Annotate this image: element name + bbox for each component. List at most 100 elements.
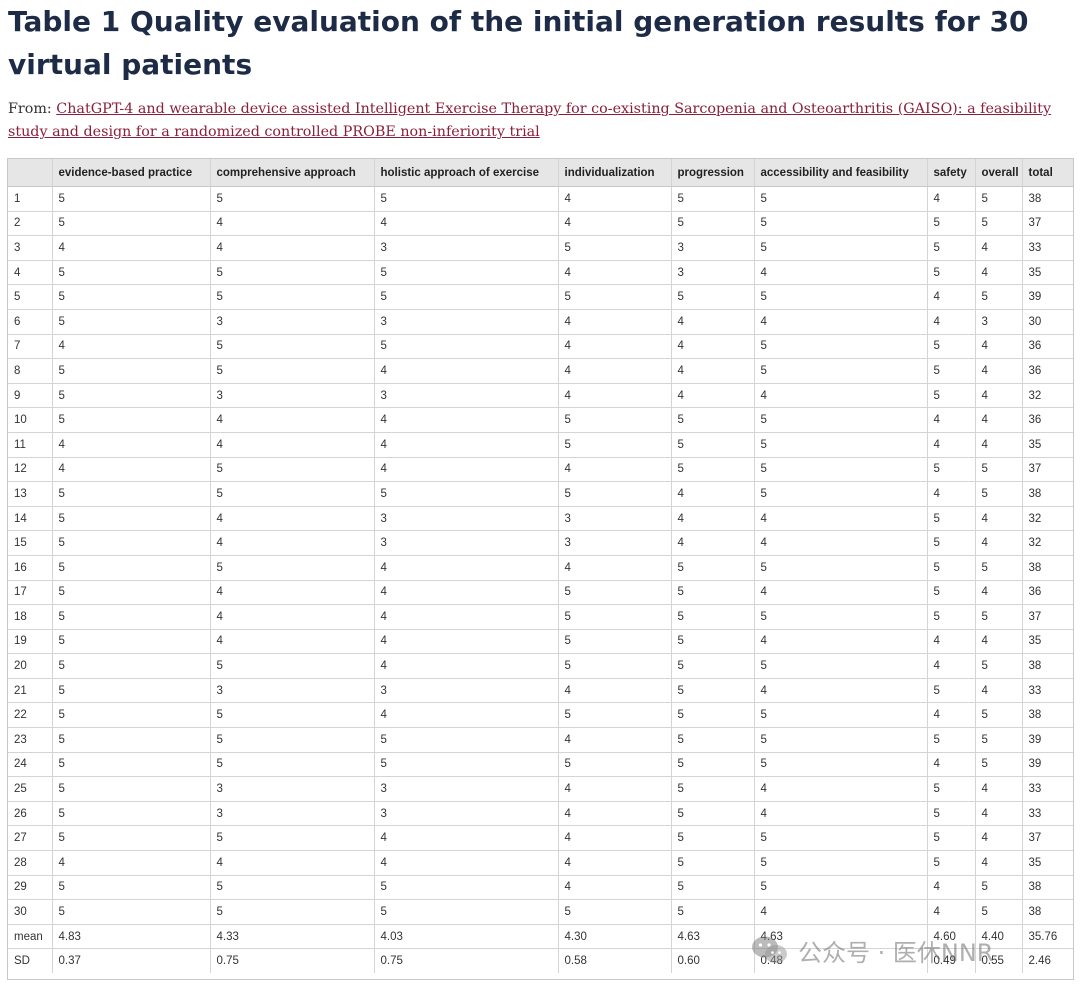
row-label-cell: 29 — [8, 875, 53, 901]
table-cell: 4 — [927, 702, 976, 729]
table-cell: 5 — [52, 284, 211, 310]
table-cell: 38 — [1022, 899, 1073, 925]
table-cell: 4 — [210, 850, 375, 876]
table-cell: 4 — [210, 604, 375, 630]
table-cell: 4 — [374, 555, 559, 581]
table-cell: 35 — [1022, 432, 1073, 458]
table-cell: 4.40 — [975, 924, 1023, 950]
table-cell: 5 — [975, 186, 1023, 212]
table-cell: 5 — [374, 260, 559, 286]
table-row: 17 5 4 4 5 5 4 5 4 36 — [8, 580, 1073, 606]
row-label-cell: 23 — [8, 727, 53, 753]
table-cell: 4 — [52, 334, 211, 360]
table-cell: 3 — [558, 530, 672, 556]
table-cell: 5 — [975, 727, 1023, 753]
table-cell: 5 — [927, 850, 976, 876]
table-cell: 3 — [210, 309, 375, 335]
row-label-cell: 4 — [8, 260, 53, 286]
table-cell: 5 — [975, 875, 1023, 901]
table-cell: 4 — [210, 432, 375, 458]
table-cell: 5 — [927, 358, 976, 384]
table-cell: 4 — [927, 629, 976, 655]
table-cell: 5 — [754, 653, 928, 679]
table-cell: 5 — [210, 334, 375, 360]
header-cell: individualization — [558, 159, 672, 187]
table-cell: 5 — [374, 899, 559, 925]
table-cell: 4 — [374, 629, 559, 655]
table-cell: 4 — [754, 309, 928, 335]
table-cell: 5 — [671, 284, 755, 310]
table-cell: 5 — [671, 604, 755, 630]
row-label-cell: 26 — [8, 801, 53, 827]
table-cell: 38 — [1022, 555, 1073, 581]
table-cell: 3 — [374, 530, 559, 556]
table-cell: 5 — [210, 260, 375, 286]
table-cell: 4 — [975, 678, 1023, 704]
table-cell: 0.75 — [210, 948, 375, 973]
table-cell: 5 — [210, 752, 375, 778]
table-cell: 4 — [927, 407, 976, 433]
table-cell: 5 — [210, 457, 375, 483]
table-cell: 4.33 — [210, 924, 375, 950]
table-cell: 37 — [1022, 825, 1073, 852]
row-label-cell: 7 — [8, 334, 53, 360]
table-cell: 5 — [927, 506, 976, 532]
table-row: 16 5 5 4 4 5 5 5 5 38 — [8, 555, 1073, 581]
table-cell: 5 — [671, 702, 755, 729]
table-cell: 5 — [754, 457, 928, 483]
table-cell: 3 — [975, 309, 1023, 335]
row-label-cell: 24 — [8, 752, 53, 778]
table-cell: 4 — [975, 407, 1023, 433]
table-cell: 5 — [754, 235, 928, 261]
table-cell: 5 — [927, 580, 976, 606]
table-row: 25 5 3 3 4 5 4 5 4 33 — [8, 776, 1073, 802]
table-cell: 4 — [975, 358, 1023, 384]
table-cell: 5 — [671, 752, 755, 778]
table-cell: 32 — [1022, 383, 1073, 409]
table-cell: 5 — [927, 260, 976, 286]
table-cell: 5 — [52, 481, 211, 507]
header-cell: accessibility and feasibility — [754, 159, 928, 187]
table-cell: 5 — [210, 284, 375, 310]
table-cell: 0.37 — [52, 948, 211, 973]
table-row: 14 5 4 3 3 4 4 5 4 32 — [8, 506, 1073, 532]
table-cell: 5 — [975, 284, 1023, 310]
table-cell: 36 — [1022, 407, 1073, 433]
table-row: 13 5 5 5 5 4 5 4 5 38 — [8, 481, 1073, 507]
row-label-cell: 9 — [8, 383, 53, 409]
table-cell: 5 — [210, 186, 375, 212]
table-cell: 5 — [374, 752, 559, 778]
table-cell: 37 — [1022, 604, 1073, 630]
table-cell: 5 — [754, 334, 928, 360]
table-cell: 3 — [558, 506, 672, 532]
table-cell: 5 — [975, 457, 1023, 483]
table-cell: 5 — [52, 825, 211, 852]
table-cell: 4 — [927, 309, 976, 335]
table-cell: 4 — [671, 530, 755, 556]
table-cell: 5 — [927, 383, 976, 409]
table-cell: 5 — [52, 875, 211, 901]
table-cell: 33 — [1022, 801, 1073, 827]
source-article-link[interactable]: ChatGPT-4 and wearable device assisted I… — [8, 101, 1051, 140]
header-cell: progression — [671, 159, 755, 187]
table-row: 5 5 5 5 5 5 5 4 5 39 — [8, 284, 1073, 310]
table-cell: 4 — [671, 506, 755, 532]
table-cell: 4 — [210, 506, 375, 532]
table-cell: 5 — [975, 653, 1023, 679]
table-cell: 5 — [927, 235, 976, 261]
table-cell: 5 — [754, 407, 928, 433]
table-cell: 5 — [210, 653, 375, 679]
table-cell: 4 — [558, 801, 672, 827]
table-cell: 4 — [52, 457, 211, 483]
table-body: 1 5 5 5 4 5 5 4 5 38 2 5 4 4 4 5 5 5 5 37 3 4 4 3 5 3 5 5 4 33 4 5 5 5 4 3 4… — [8, 186, 1073, 973]
table-cell: 5 — [558, 629, 672, 655]
header-row: evidence-based practice comprehensive app… — [8, 159, 1073, 187]
row-label-cell: 1 — [8, 186, 53, 212]
table-cell: 3 — [374, 776, 559, 802]
table-cell: 4 — [671, 309, 755, 335]
table-cell: 4 — [671, 481, 755, 507]
table-cell: 4.03 — [374, 924, 559, 950]
table-cell: 5 — [975, 481, 1023, 507]
row-label-cell: 13 — [8, 481, 53, 507]
table-cell: 5 — [558, 432, 672, 458]
